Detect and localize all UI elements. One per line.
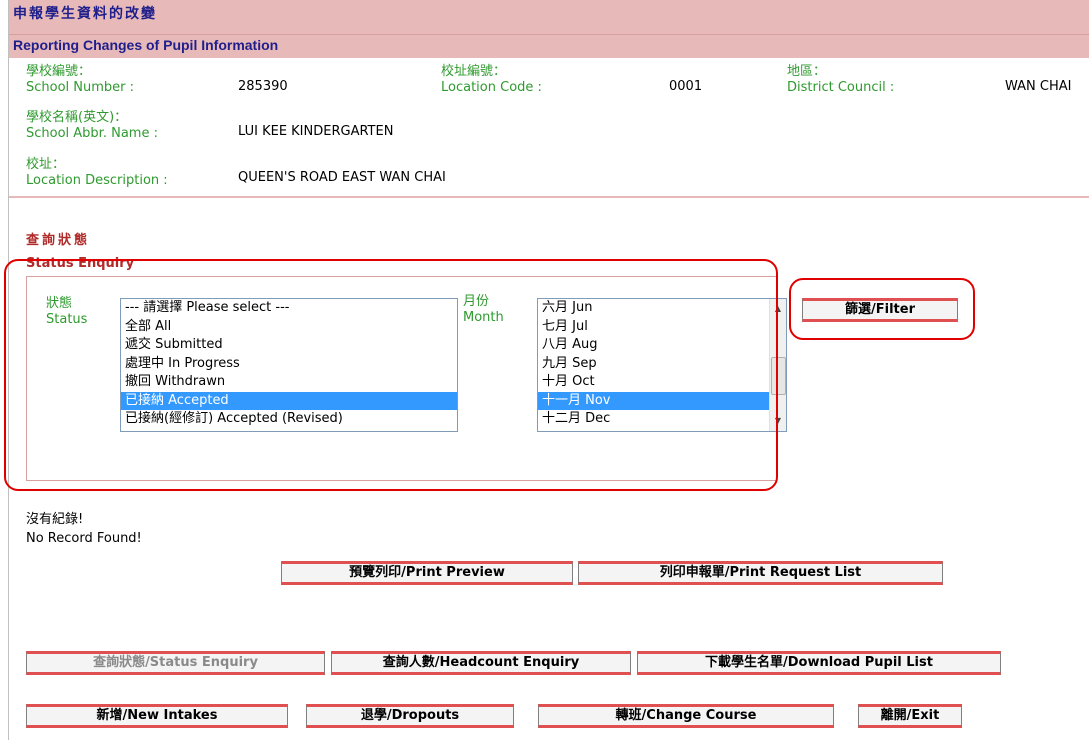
page-title-zh: 申報學生資料的改變: [13, 6, 157, 22]
frame-border: [8, 0, 9, 740]
page-title-en: Reporting Changes of Pupil Information: [13, 37, 279, 53]
month-listbox[interactable]: 六月 Jun 七月 Jul 八月 Aug 九月 Sep 十月 Oct 十一月 N…: [537, 298, 787, 432]
status-option[interactable]: 處理中 In Progress: [121, 355, 457, 374]
print-preview-button[interactable]: 預覽列印/Print Preview: [281, 561, 573, 585]
location-desc-value: QUEEN'S ROAD EAST WAN CHAI: [238, 170, 446, 185]
school-number-label: 學校編號： School Number :: [26, 64, 134, 96]
scroll-down-icon[interactable]: ▼: [770, 413, 786, 429]
abbr-name-label: 學校名稱(英文)： School Abbr. Name :: [26, 110, 158, 142]
filter-button[interactable]: 篩選/Filter: [802, 298, 958, 322]
status-label-zh: 狀態: [46, 296, 73, 311]
location-code-label: 校址編號： Location Code :: [441, 64, 542, 96]
month-scrollbar[interactable]: ▲ ▼: [769, 299, 786, 431]
status-label-en: Status: [46, 312, 88, 327]
school-number-value: 285390: [238, 79, 288, 94]
district-value: WAN CHAI: [1005, 79, 1072, 94]
change-course-button[interactable]: 轉班/Change Course: [538, 704, 834, 728]
month-option[interactable]: 八月 Aug: [538, 336, 786, 355]
month-option[interactable]: 十月 Oct: [538, 373, 786, 392]
status-label: 狀態 Status: [46, 296, 87, 328]
month-option[interactable]: 六月 Jun: [538, 299, 786, 318]
month-option-selected[interactable]: 十一月 Nov: [538, 391, 769, 410]
month-label-en: Month: [463, 310, 504, 325]
abbr-name-value: LUI KEE KINDERGARTEN: [238, 124, 394, 139]
month-option[interactable]: 七月 Jul: [538, 318, 786, 337]
print-request-list-button[interactable]: 列印申報單/Print Request List: [578, 561, 943, 585]
status-option[interactable]: 全部 All: [121, 318, 457, 337]
status-option-selected[interactable]: 已接納 Accepted: [121, 391, 457, 410]
status-enquiry-title-zh: 查詢狀態: [26, 233, 91, 248]
status-option[interactable]: --- 請選擇 Please select ---: [121, 299, 457, 318]
header-divider: [9, 34, 1089, 35]
location-desc-label: 校址： Location Description :: [26, 157, 168, 189]
page-header: 申報學生資料的改變 Reporting Changes of Pupil Inf…: [9, 0, 1089, 58]
status-option[interactable]: 撤回 Withdrawn: [121, 373, 457, 392]
location-code-label-en: Location Code :: [441, 80, 542, 95]
status-option[interactable]: 遞交 Submitted: [121, 336, 457, 355]
district-label: 地區： District Council :: [787, 64, 894, 96]
month-label-zh: 月份: [463, 294, 490, 309]
location-code-value: 0001: [669, 79, 703, 94]
district-label-zh: 地區：: [787, 64, 827, 79]
scroll-thumb[interactable]: [771, 357, 786, 395]
status-listbox[interactable]: --- 請選擇 Please select --- 全部 All 遞交 Subm…: [120, 298, 458, 432]
location-desc-label-zh: 校址：: [26, 157, 66, 172]
scroll-up-icon[interactable]: ▲: [770, 301, 786, 317]
location-desc-label-en: Location Description :: [26, 173, 168, 188]
month-label: 月份 Month: [463, 294, 504, 326]
school-number-label-zh: 學校編號：: [26, 64, 92, 79]
month-option[interactable]: 十二月 Dec: [538, 410, 786, 429]
abbr-name-label-en: School Abbr. Name :: [26, 126, 158, 141]
download-pupil-list-button[interactable]: 下載學生名單/Download Pupil List: [637, 651, 1001, 675]
no-record-zh: 沒有紀錄!: [26, 512, 84, 527]
new-intakes-button[interactable]: 新增/New Intakes: [26, 704, 288, 728]
headcount-enquiry-button[interactable]: 查詢人數/Headcount Enquiry: [331, 651, 631, 675]
status-enquiry-title-en: Status Enquiry: [26, 256, 135, 271]
exit-button[interactable]: 離開/Exit: [858, 704, 962, 728]
status-enquiry-nav-button: 查詢狀態/Status Enquiry: [26, 651, 325, 675]
location-code-label-zh: 校址編號：: [441, 64, 507, 79]
dropouts-button[interactable]: 退學/Dropouts: [306, 704, 514, 728]
abbr-name-label-zh: 學校名稱(英文)：: [26, 110, 128, 125]
section-divider: [9, 196, 1089, 198]
no-record-en: No Record Found!: [26, 531, 142, 546]
status-option[interactable]: 已接納(經修訂) Accepted (Revised): [121, 410, 457, 429]
school-number-label-en: School Number :: [26, 80, 135, 95]
month-option[interactable]: 九月 Sep: [538, 355, 786, 374]
district-label-en: District Council :: [787, 80, 895, 95]
